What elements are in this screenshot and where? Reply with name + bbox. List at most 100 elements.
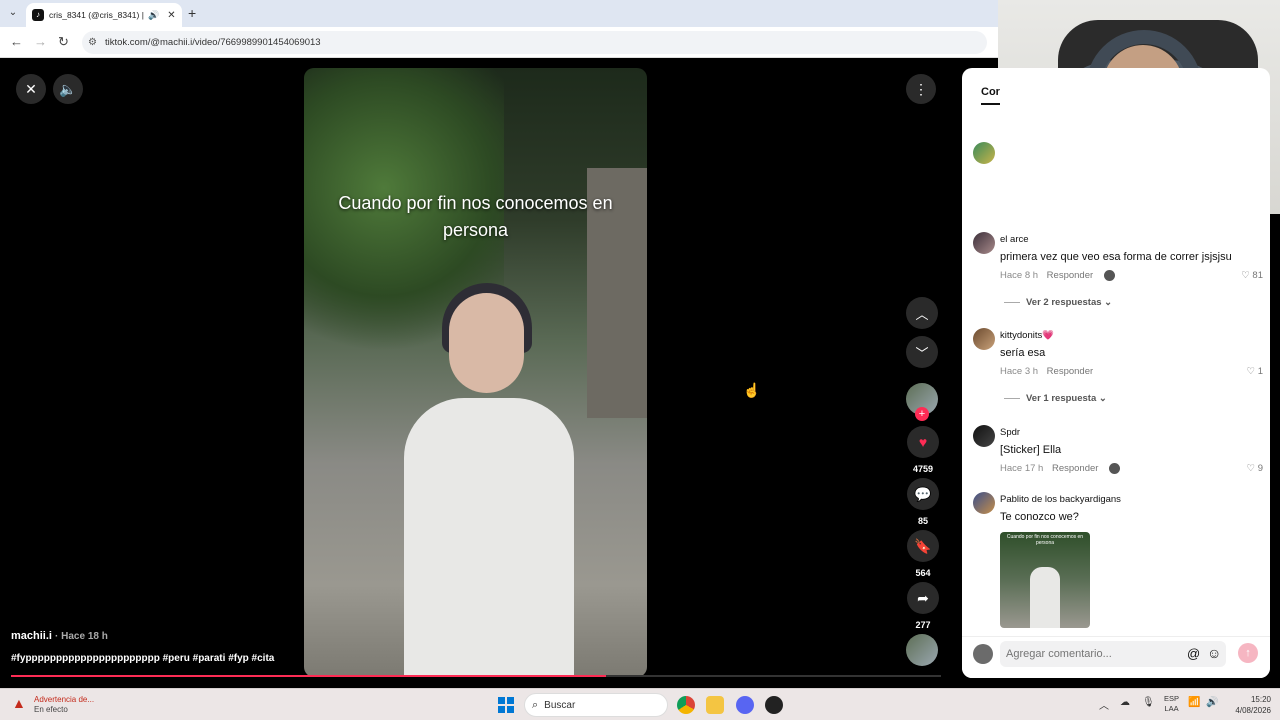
reload-icon[interactable]: ↻ bbox=[58, 34, 69, 50]
follow-plus-icon[interactable]: + bbox=[915, 407, 929, 421]
share-action[interactable]: ➦ 277 bbox=[906, 582, 940, 630]
warning-title: Advertencia de... bbox=[34, 695, 95, 704]
commenter-avatar[interactable] bbox=[973, 492, 995, 514]
warning-widget[interactable]: ▲ Advertencia de... En efecto bbox=[12, 695, 94, 715]
volume-icon[interactable]: 🔈 bbox=[53, 74, 83, 104]
comment-like-button[interactable]: ♡ 81 bbox=[1241, 270, 1263, 281]
site-info-icon[interactable]: ⚙ bbox=[88, 37, 97, 48]
creator-liked-avatar bbox=[1103, 270, 1115, 281]
next-video-icon[interactable]: ﹀ bbox=[906, 336, 938, 368]
heart-icon[interactable]: ♥ bbox=[907, 426, 939, 458]
view-replies-label: Ver 2 respuestas bbox=[1026, 297, 1102, 308]
view-replies-button[interactable]: Ver 1 respuesta ⌄ bbox=[1004, 393, 1107, 404]
clock-date: 4/08/2026 bbox=[1235, 706, 1271, 715]
comment-text: [Sticker] Ella bbox=[1000, 444, 1062, 456]
comment-item: Spdr [Sticker] Ella Hace 17 h Responder … bbox=[973, 425, 1263, 474]
replies-divider bbox=[1004, 301, 1020, 303]
like-action[interactable]: ♥ 4759 bbox=[906, 426, 940, 474]
send-icon[interactable]: ↑ bbox=[1238, 643, 1258, 663]
save-action[interactable]: 🔖 564 bbox=[906, 530, 940, 578]
commenter-name[interactable]: el arce bbox=[1000, 234, 1029, 245]
video-progress-bar[interactable] bbox=[11, 675, 941, 677]
reply-button[interactable]: Responder bbox=[1047, 270, 1093, 281]
commenter-avatar[interactable] bbox=[973, 425, 995, 447]
comment-meta: Hace 3 h Responder bbox=[1000, 366, 1093, 377]
windows-taskbar: ▲ Advertencia de... En efecto ⌕ Buscar ︿… bbox=[0, 688, 1280, 720]
comments-panel: Cor el arce primera vez que veo esa form… bbox=[962, 68, 1270, 678]
commenter-avatar[interactable] bbox=[973, 232, 995, 254]
network-tray-icon[interactable]: ☁ bbox=[1120, 697, 1130, 708]
share-icon[interactable]: ➦ bbox=[907, 582, 939, 614]
speaker-icon[interactable]: 🔊 bbox=[1206, 697, 1218, 708]
commenter-name[interactable]: Spdr bbox=[1000, 427, 1020, 438]
video-player[interactable]: Cuando por fin nos conocemos en persona bbox=[304, 68, 647, 677]
chrome-icon[interactable] bbox=[677, 696, 695, 714]
reply-button[interactable]: Responder bbox=[1047, 366, 1093, 377]
url-text: tiktok.com/@machii.i/video/7669989901454… bbox=[104, 37, 321, 48]
commenter-name[interactable]: Pablito de los backyardigans bbox=[1000, 494, 1121, 505]
previous-video-icon[interactable]: ︿ bbox=[906, 297, 938, 329]
tab-title: cris_8341 (@cris_8341) | Tik bbox=[49, 10, 144, 20]
author-name[interactable]: machii.i bbox=[11, 630, 52, 642]
app-icon[interactable] bbox=[765, 696, 783, 714]
comment-avatar[interactable] bbox=[973, 142, 995, 164]
tray-overflow-icon[interactable]: ︿ bbox=[1099, 697, 1109, 712]
browser-tabbar: ⌄ ♪ cris_8341 (@cris_8341) | Tik 🔊 ✕ + bbox=[0, 0, 998, 27]
windows-start-icon[interactable] bbox=[498, 697, 514, 713]
language-indicator[interactable]: ESP LAA bbox=[1164, 694, 1179, 714]
view-replies-label: Ver 1 respuesta bbox=[1026, 393, 1097, 404]
mention-icon[interactable]: @ bbox=[1187, 646, 1200, 661]
tab-close-icon[interactable]: ✕ bbox=[167, 10, 175, 21]
emoji-icon[interactable]: ☺ bbox=[1207, 645, 1221, 661]
bookmark-icon[interactable]: 🔖 bbox=[907, 530, 939, 562]
comment-icon[interactable]: 💬 bbox=[907, 478, 939, 510]
view-replies-button[interactable]: Ver 2 respuestas ⌄ bbox=[1004, 297, 1112, 308]
video-progress-fill bbox=[11, 675, 607, 677]
new-tab-button[interactable]: + bbox=[188, 5, 196, 21]
creator-liked-avatar bbox=[1109, 463, 1121, 474]
close-icon[interactable]: ✕ bbox=[16, 74, 46, 104]
tab-audio-icon[interactable]: 🔊 bbox=[148, 10, 159, 21]
comment-like-button[interactable]: ♡ 1 bbox=[1247, 366, 1263, 377]
comment-like-count: 1 bbox=[1257, 366, 1263, 377]
comment-meta: Hace 8 h Responder bbox=[1000, 270, 1115, 281]
system-clock[interactable]: 15:20 4/08/2026 bbox=[1227, 694, 1271, 716]
back-icon[interactable]: ← bbox=[10, 34, 23, 49]
share-count: 277 bbox=[915, 620, 931, 630]
tab-comments[interactable]: Cor bbox=[981, 86, 1000, 105]
comment-item: Pablito de los backyardigans Te conozco … bbox=[973, 492, 1263, 532]
comment-text: primera vez que veo esa forma de correr … bbox=[1000, 251, 1232, 263]
tab-search-icon[interactable]: ⌄ bbox=[6, 6, 20, 20]
comment-like-count: 9 bbox=[1257, 463, 1263, 474]
my-avatar bbox=[973, 644, 993, 664]
browser-tab[interactable]: ♪ cris_8341 (@cris_8341) | Tik 🔊 ✕ bbox=[26, 3, 182, 27]
video-hashtags[interactable]: #fypppppppppppppppppppppp #peru #parati … bbox=[11, 653, 274, 664]
file-explorer-icon[interactable] bbox=[706, 696, 724, 714]
commenter-name[interactable]: kittydonits💗 bbox=[1000, 330, 1054, 341]
comment-action[interactable]: 💬 85 bbox=[906, 478, 940, 526]
wifi-icon[interactable]: 📶 bbox=[1188, 697, 1200, 708]
more-options-icon[interactable]: ⋮ bbox=[906, 74, 936, 104]
taskbar-search[interactable]: ⌕ Buscar bbox=[524, 693, 668, 717]
comment-video-thumbnail[interactable]: Cuando por fin nos conocemos en persona bbox=[1000, 532, 1090, 628]
discord-icon[interactable] bbox=[736, 696, 754, 714]
video-person-body bbox=[404, 398, 574, 677]
keyboard-layout: LAA bbox=[1164, 704, 1179, 713]
url-field[interactable]: ⚙ tiktok.com/@machii.i/video/76699899014… bbox=[82, 31, 987, 54]
search-icon: ⌕ bbox=[532, 698, 539, 711]
screen: ⌄ ♪ cris_8341 (@cris_8341) | Tik 🔊 ✕ + ←… bbox=[0, 0, 1280, 720]
comment-text: Te conozco we? bbox=[1000, 511, 1079, 523]
commenter-avatar[interactable] bbox=[973, 328, 995, 350]
language-code: ESP bbox=[1164, 694, 1180, 703]
replies-divider bbox=[1004, 397, 1020, 399]
like-count: 4759 bbox=[912, 464, 934, 474]
video-person-head bbox=[449, 293, 524, 393]
comment-time: Hace 3 h bbox=[1000, 366, 1039, 377]
comment-like-button[interactable]: ♡ 9 bbox=[1247, 463, 1263, 474]
reply-button[interactable]: Responder bbox=[1052, 463, 1098, 474]
microphone-icon[interactable]: 🎙 bbox=[1142, 697, 1155, 708]
video-author[interactable]: machii.i · Hace 18 h bbox=[11, 630, 108, 642]
music-disc-avatar[interactable] bbox=[906, 634, 938, 666]
comment-item: kittydonits💗 sería esa Hace 3 h Responde… bbox=[973, 328, 1263, 377]
forward-icon[interactable]: → bbox=[34, 34, 47, 49]
